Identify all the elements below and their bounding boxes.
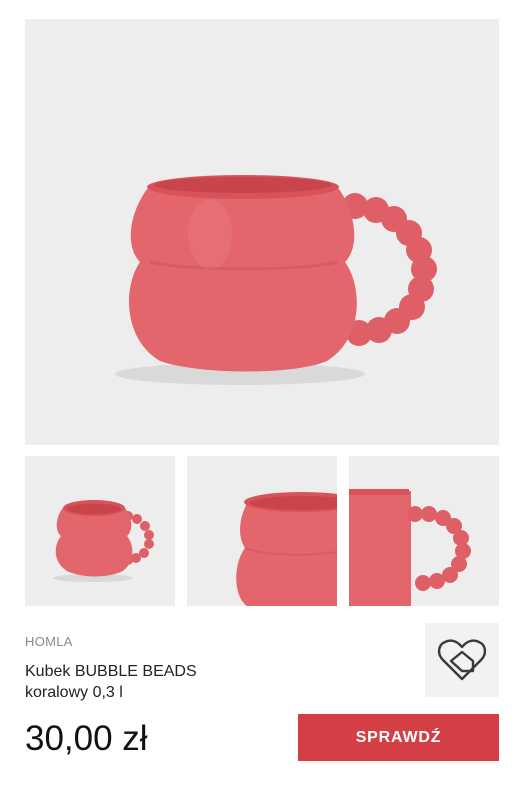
heart-house-logo-icon [437, 639, 487, 681]
mug-thumbnail-full [53, 500, 154, 582]
product-title-line1: Kubek BUBBLE BEADS [25, 663, 197, 680]
store-logo[interactable] [425, 623, 499, 697]
main-product-image[interactable] [25, 19, 499, 445]
thumbnail-1[interactable] [25, 456, 175, 606]
brand-name: HOMLA [25, 634, 73, 649]
thumbnail-2[interactable] [187, 456, 337, 606]
check-button[interactable]: SPRAWDŹ [298, 714, 499, 761]
thumbnail-3[interactable] [349, 456, 499, 606]
mug-thumbnail-closeup [236, 492, 337, 606]
product-title[interactable]: Kubek BUBBLE BEADS koralowy 0,3 l [25, 661, 385, 703]
mug-illustration [115, 175, 437, 385]
mug-thumbnail-handle [349, 489, 471, 606]
product-title-line2: koralowy 0,3 l [25, 684, 123, 701]
product-price: 30,00 zł [25, 719, 148, 758]
